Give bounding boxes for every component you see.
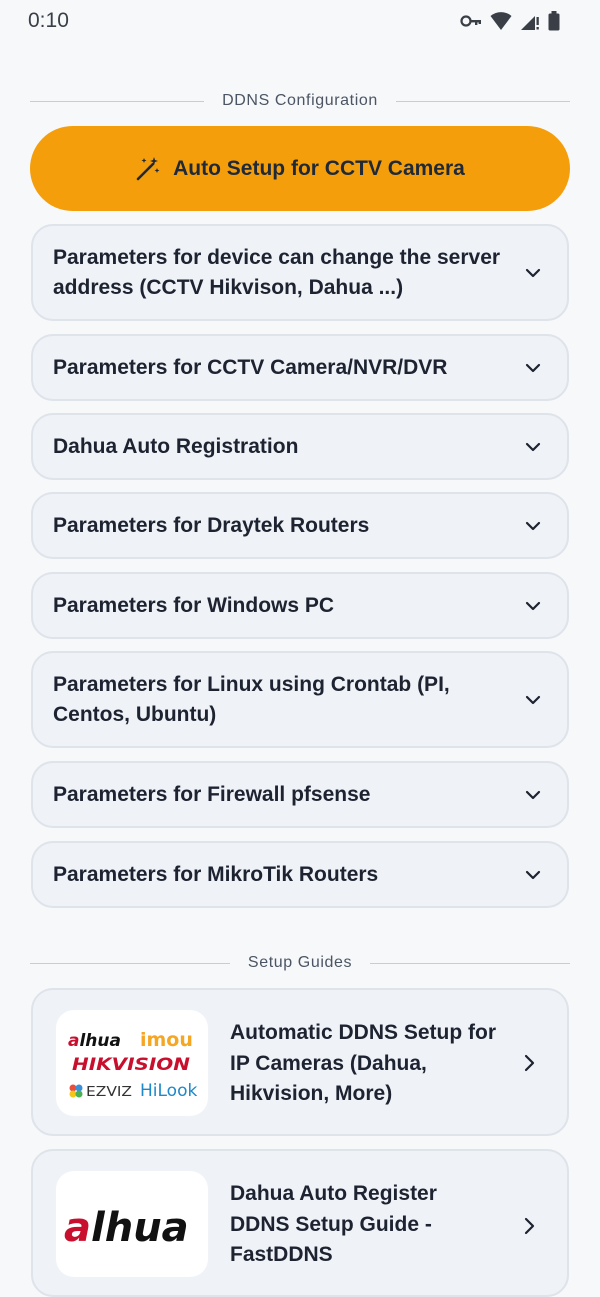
- status-bar: 0:10: [0, 0, 600, 42]
- divider-line: [370, 962, 570, 964]
- auto-setup-button[interactable]: Auto Setup for CCTV Camera: [30, 126, 570, 211]
- accordion-label: Parameters for Windows PC: [53, 593, 335, 617]
- divider-line: [30, 962, 230, 964]
- magic-wand-icon: [136, 156, 160, 180]
- accordion-cctv-nvr-dvr[interactable]: Parameters for CCTV Camera/NVR/DVR: [31, 334, 569, 401]
- accordion-firewall-pfsense[interactable]: Parameters for Firewall pfsense: [31, 761, 569, 828]
- status-time: 0:10: [28, 9, 69, 32]
- chevron-down-icon: [525, 442, 541, 451]
- guide-title: Dahua Auto Register DDNS Setup Guide - F…: [230, 1182, 437, 1266]
- chevron-down-icon: [525, 363, 541, 372]
- dahua-logo-thumbnail: alhua: [56, 1171, 208, 1277]
- dahua-logo-image: alhua: [64, 1205, 189, 1251]
- guide-title: Automatic DDNS Setup for IP Cameras (Dah…: [230, 1021, 497, 1105]
- section-title-guides: Setup Guides: [247, 954, 353, 971]
- signal-icon: [521, 16, 539, 30]
- vpn-key-icon: [460, 15, 481, 27]
- guide-card-ip-cameras[interactable]: alhua imou HIKVISION EZVIZ HiLook Automa…: [31, 988, 569, 1136]
- status-icons: [460, 11, 560, 31]
- battery-icon: [548, 11, 560, 31]
- accordion-dahua-auto-registration[interactable]: Dahua Auto Registration: [31, 413, 569, 480]
- section-title-config: DDNS Configuration: [222, 92, 378, 109]
- chevron-down-icon: [525, 870, 541, 879]
- guide-card-dahua-auto-register[interactable]: alhua Dahua Auto Register DDNS Setup Gui…: [31, 1149, 569, 1297]
- accordion-label: Dahua Auto Registration: [53, 434, 299, 458]
- accordion-label: Parameters for MikroTik Routers: [53, 862, 379, 886]
- chevron-down-icon: [525, 790, 541, 799]
- chevron-right-icon: [524, 1054, 535, 1072]
- logo-ezviz: EZVIZ: [69, 1084, 132, 1100]
- brand-logos-thumbnail: alhua imou HIKVISION EZVIZ HiLook: [56, 1010, 208, 1116]
- chevron-down-icon: [525, 521, 541, 530]
- section-divider-guides: Setup Guides: [30, 953, 570, 973]
- accordion-linux-crontab[interactable]: Parameters for Linux using Crontab (PI, …: [31, 651, 569, 748]
- divider-line: [30, 100, 205, 102]
- logo-hilook: HiLook: [140, 1081, 197, 1101]
- divider-line: [395, 100, 571, 102]
- chevron-down-icon: [525, 695, 541, 704]
- logo-imou: imou: [140, 1029, 193, 1051]
- chevron-down-icon: [525, 601, 541, 610]
- logo-hikvision: HIKVISION: [72, 1055, 190, 1075]
- accordion-draytek-routers[interactable]: Parameters for Draytek Routers: [31, 492, 569, 559]
- wifi-icon: [490, 12, 512, 30]
- svg-text:alhua: alhua: [64, 1205, 189, 1251]
- section-divider-config: DDNS Configuration: [30, 91, 571, 111]
- accordion-label: Parameters for Linux using Crontab (PI, …: [53, 672, 450, 726]
- auto-setup-label: Auto Setup for CCTV Camera: [173, 156, 465, 180]
- accordion-windows-pc[interactable]: Parameters for Windows PC: [31, 572, 569, 639]
- accordion-label: Parameters for Firewall pfsense: [53, 782, 371, 806]
- chevron-right-icon: [524, 1217, 535, 1235]
- logo-dahua: alhua: [68, 1031, 121, 1051]
- chevron-down-icon: [525, 268, 541, 277]
- accordion-mikrotik-routers[interactable]: Parameters for MikroTik Routers: [31, 841, 569, 908]
- accordion-server-address[interactable]: Parameters for device can change the ser…: [31, 224, 569, 321]
- svg-text:EZVIZ: EZVIZ: [86, 1085, 132, 1100]
- brand-logos-image: alhua imou HIKVISION EZVIZ HiLook: [68, 1029, 197, 1101]
- accordion-label: Parameters for device can change the ser…: [53, 245, 501, 299]
- accordion-label: Parameters for CCTV Camera/NVR/DVR: [53, 355, 448, 379]
- accordion-label: Parameters for Draytek Routers: [53, 513, 370, 537]
